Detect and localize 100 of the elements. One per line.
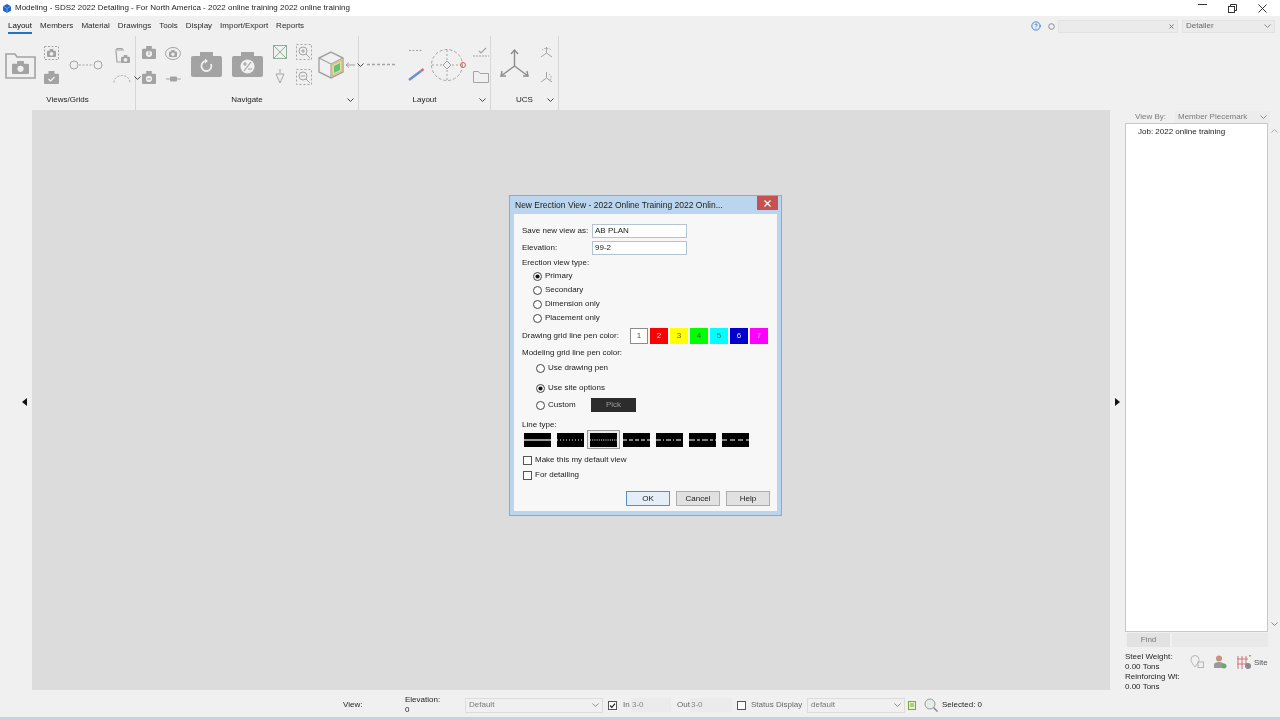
ribbon-tab[interactable]: Import/Export	[220, 18, 269, 34]
view-by-select[interactable]: Member Piecemark	[1175, 110, 1270, 123]
ribbon-group-label: Navigate	[231, 94, 263, 106]
plumb-bob-icon[interactable]	[275, 69, 285, 84]
dotted-link-icon[interactable]	[69, 59, 103, 70]
clear-icon[interactable]	[1169, 23, 1174, 29]
crossed-box-icon[interactable]	[273, 45, 287, 59]
ribbon-tab[interactable]: Layout	[8, 18, 33, 34]
radio-button[interactable]	[533, 271, 542, 281]
triangle-right-icon[interactable]	[1114, 397, 1120, 406]
section-label: Modeling grid line pen color:	[522, 348, 623, 357]
out-label: Out	[677, 700, 690, 709]
text-field[interactable]: 99-2	[592, 241, 687, 255]
axis-rotate-icon[interactable]	[540, 70, 553, 84]
zoom-out-icon[interactable]	[296, 69, 312, 85]
chevron-up-icon[interactable]	[1270, 129, 1278, 133]
radio-label: Use drawing pen	[548, 363, 609, 373]
ribbon-tab[interactable]: Reports	[276, 18, 305, 34]
connector-icon[interactable]	[165, 76, 181, 82]
tree-item[interactable]: Job: 2022 online training	[1138, 127, 1226, 136]
caret-icon[interactable]	[547, 98, 554, 102]
chevron-down-icon[interactable]	[1260, 114, 1267, 119]
help-icon[interactable]	[1031, 21, 1041, 31]
close-icon[interactable]	[1257, 3, 1267, 13]
stat-label: Steel Weight:	[1125, 652, 1174, 662]
caret-icon[interactable]	[134, 76, 141, 80]
find-button[interactable]: Find	[1127, 632, 1170, 647]
dialog-button[interactable]: Cancel	[676, 491, 720, 506]
stat-label: Reinforcing Wt:	[1125, 672, 1181, 682]
framed-camera-icon[interactable]	[44, 45, 59, 60]
pen-color-swatch[interactable]: 2	[650, 328, 668, 344]
pen-color-swatch[interactable]: 6	[730, 328, 748, 344]
ribbon-group-label: UCS	[516, 94, 533, 106]
dashed-line-icon[interactable]	[409, 48, 423, 52]
caret-icon[interactable]	[347, 98, 354, 102]
circle-icon[interactable]	[1048, 22, 1055, 30]
chevron-down-icon[interactable]	[1264, 24, 1271, 28]
search-field[interactable]	[1058, 19, 1178, 33]
radio-label: Use site options	[548, 383, 605, 393]
ribbon-tab[interactable]: Display	[185, 18, 213, 34]
camera-ring-icon[interactable]	[165, 47, 181, 60]
radio-button[interactable]	[536, 383, 545, 393]
pen-color-swatch[interactable]: 5	[710, 328, 728, 344]
person-icon[interactable]	[1213, 655, 1227, 669]
role-select[interactable]: Detailer	[1182, 19, 1275, 33]
pen-color-swatch[interactable]: 4	[690, 328, 708, 344]
check-line-icon[interactable]	[473, 46, 489, 57]
close-button[interactable]	[757, 196, 778, 210]
checkbox[interactable]	[737, 700, 746, 710]
caret-icon[interactable]	[479, 98, 486, 102]
field-label: Drawing grid line pen color:	[522, 331, 619, 340]
radio-button[interactable]	[536, 400, 545, 410]
checkbox[interactable]	[523, 455, 532, 465]
pencil-icon[interactable]	[408, 67, 424, 81]
chevron-down-icon[interactable]	[592, 703, 599, 707]
radio-button[interactable]	[533, 285, 542, 295]
camera-plus-minus-icon[interactable]	[232, 52, 263, 77]
checkbox-label: Make this my default view	[535, 455, 627, 465]
chevron-down-icon[interactable]	[894, 703, 901, 707]
camera-folder-icon[interactable]	[5, 50, 36, 79]
camera-icon[interactable]	[142, 45, 156, 59]
restore-icon[interactable]	[1227, 3, 1237, 13]
caret-icon[interactable]	[357, 62, 364, 67]
site-button[interactable]: Site	[1236, 655, 1268, 670]
display-select[interactable]: default	[807, 697, 905, 713]
find-field[interactable]	[1172, 632, 1268, 647]
minimize-icon[interactable]	[1197, 3, 1207, 5]
radio-label: Primary	[545, 271, 573, 281]
checkbox[interactable]	[608, 700, 617, 710]
camera-rotate-icon[interactable]	[191, 52, 222, 77]
ribbon-tab[interactable]: Tools	[159, 18, 178, 34]
radio-button[interactable]	[533, 313, 542, 323]
window-title: Modeling - SDS2 2022 Detailing - For North America - 2022 online training 2022 online training	[15, 2, 350, 14]
pen-color-swatch[interactable]: 3	[670, 328, 688, 344]
axes-icon[interactable]	[499, 49, 530, 80]
triangle-left-icon[interactable]	[22, 397, 27, 406]
ribbon-tab[interactable]: Material	[81, 18, 110, 34]
radio-label: Placement only	[545, 313, 600, 323]
axis-rotate-icon[interactable]	[540, 45, 553, 59]
ribbon-tab[interactable]: Drawings	[117, 18, 152, 34]
zoom-in-icon[interactable]	[296, 44, 312, 60]
trash-camera-icon[interactable]	[113, 46, 130, 63]
radio-button[interactable]	[533, 299, 542, 309]
map-pin-icon[interactable]	[1190, 655, 1204, 668]
camera-check-icon[interactable]	[44, 70, 59, 84]
folder-icon[interactable]	[473, 69, 489, 83]
chevron-down-icon[interactable]	[1270, 622, 1278, 626]
dialog-button[interactable]: OK	[626, 491, 670, 506]
checkbox-label: For detailing	[535, 470, 580, 480]
checkbox[interactable]	[523, 470, 532, 480]
radio-button[interactable]	[536, 363, 545, 373]
dialog-button[interactable]: Help	[726, 491, 770, 506]
ribbon-tab[interactable]: Members	[40, 18, 74, 34]
note-icon[interactable]	[908, 700, 916, 710]
magnifier-icon[interactable]	[924, 698, 938, 712]
text-field[interactable]: AB PLAN	[592, 224, 687, 238]
pen-color-swatch[interactable]: 1	[630, 328, 648, 344]
dashed-circle-icon[interactable]	[430, 47, 466, 82]
grid-icon[interactable]	[1236, 655, 1252, 670]
view-select[interactable]: Default	[465, 697, 603, 713]
